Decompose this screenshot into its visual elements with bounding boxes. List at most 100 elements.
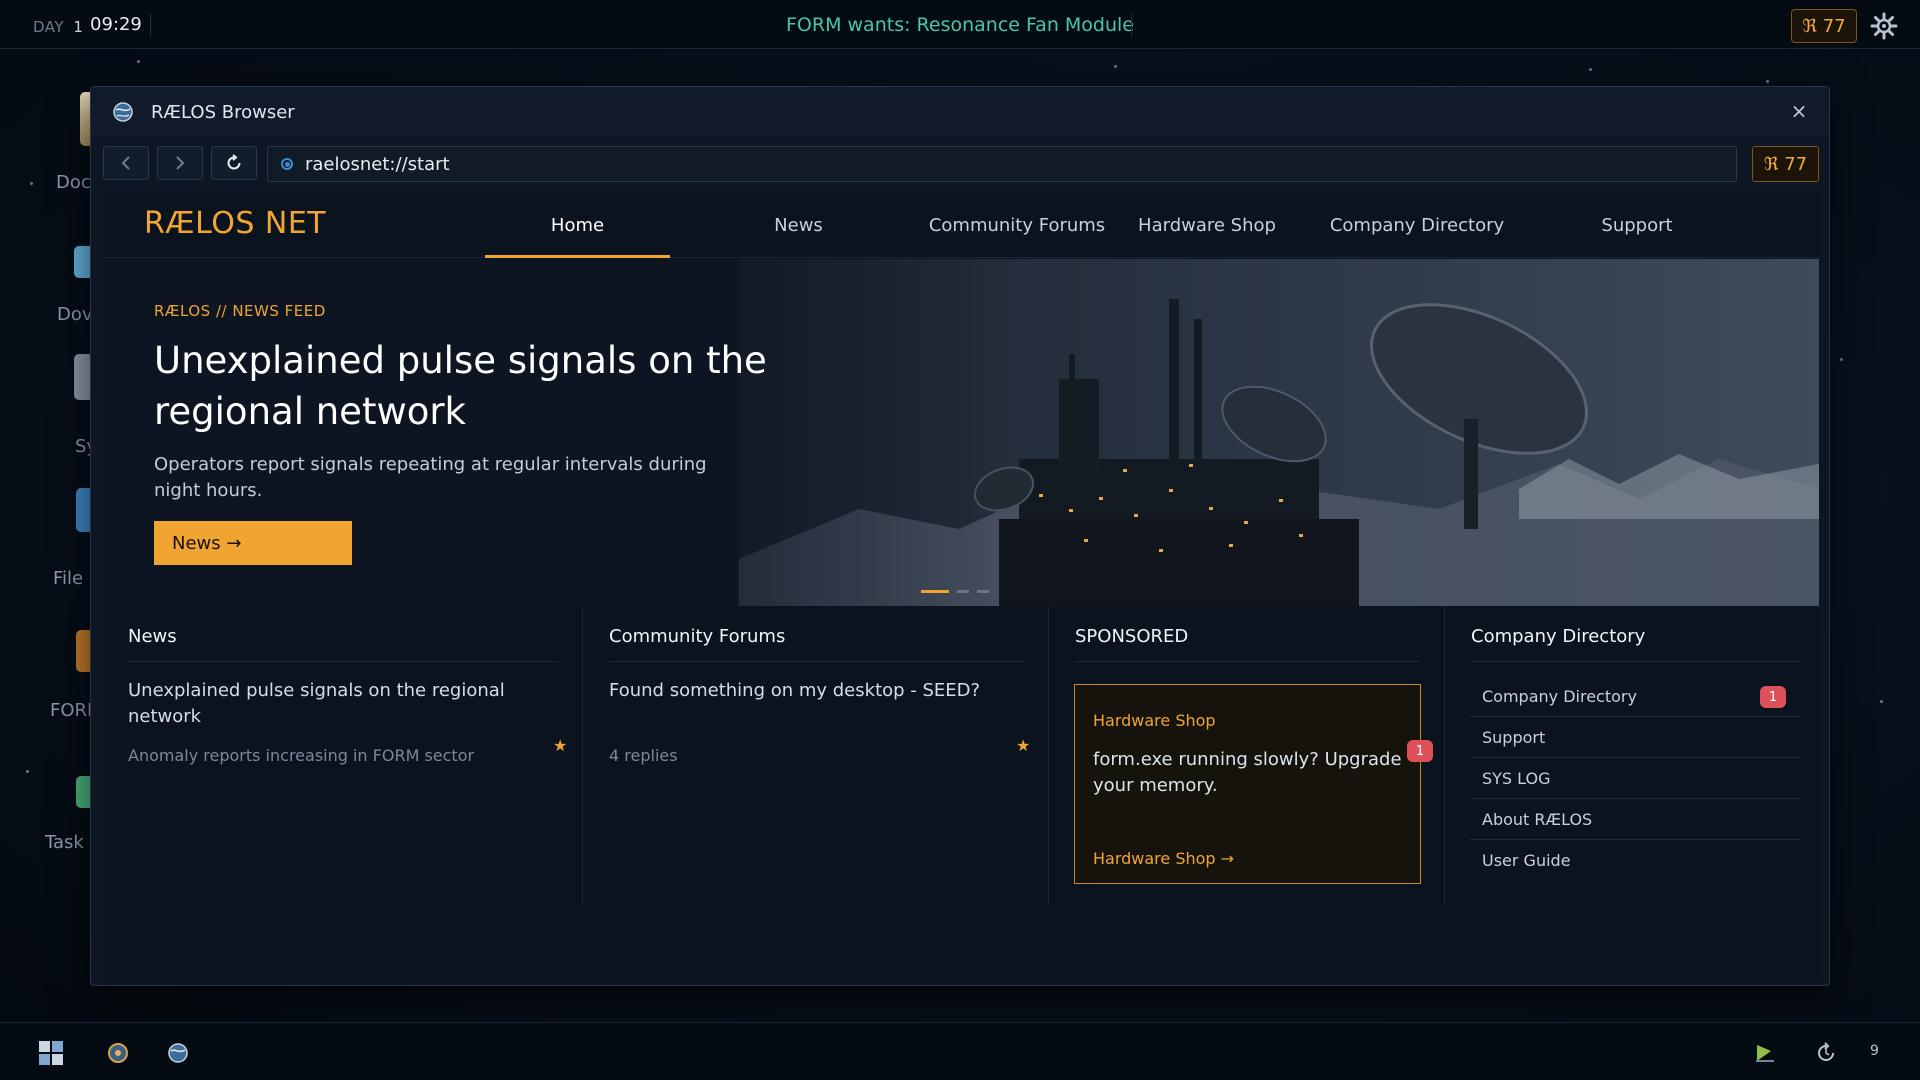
window-title: RÆLOS Browser xyxy=(151,102,295,123)
divider xyxy=(1075,661,1420,662)
divider xyxy=(128,661,558,662)
form-app-icon[interactable] xyxy=(103,1038,133,1068)
nav-community-forums[interactable]: Community Forums xyxy=(927,192,1107,258)
carousel-dot[interactable] xyxy=(957,590,969,593)
forum-post-replies: 4 replies xyxy=(609,746,678,765)
ad-link[interactable]: Hardware Shop → xyxy=(1093,849,1234,868)
hero-eyebrow: RÆLOS // NEWS FEED xyxy=(154,302,326,320)
sponsored-column: SPONSORED Hardware Shop form.exe running… xyxy=(1050,606,1445,906)
nav-support[interactable]: Support xyxy=(1527,192,1747,258)
system-top-bar: DAY 1 09:29 FORM wants: Resonance Fan Mo… xyxy=(0,0,1920,49)
divider xyxy=(1471,661,1801,662)
column-heading: Company Directory xyxy=(1471,626,1646,647)
raelos-net-page: RÆLOS NET Home News Community Forums Har… xyxy=(103,192,1819,982)
directory-link-support[interactable]: Support xyxy=(1470,717,1800,758)
column-heading: Community Forums xyxy=(609,626,786,647)
site-logo[interactable]: RÆLOS NET xyxy=(144,206,326,241)
news-post-meta: Anomaly reports increasing in FORM secto… xyxy=(128,746,475,765)
star-dot xyxy=(1114,65,1117,68)
star-dot xyxy=(137,60,140,63)
nav-company-directory[interactable]: Company Directory xyxy=(1307,192,1527,258)
site-header: RÆLOS NET Home News Community Forums Har… xyxy=(103,192,1819,258)
column-heading: SPONSORED xyxy=(1075,626,1189,647)
directory-link-user-guide[interactable]: User Guide xyxy=(1470,840,1800,881)
desktop-icon-label: Dov xyxy=(57,304,93,325)
globe-icon xyxy=(112,101,134,127)
star-dot xyxy=(26,770,29,773)
news-post-title[interactable]: Unexplained pulse signals on the regiona… xyxy=(128,678,518,730)
star-dot xyxy=(1766,80,1769,83)
directory-link-about[interactable]: About RÆLOS xyxy=(1470,799,1800,840)
forward-button[interactable] xyxy=(157,146,203,180)
nav-home[interactable]: Home xyxy=(485,192,670,258)
hero-subtitle: Operators report signals repeating at re… xyxy=(154,454,707,501)
reload-icon xyxy=(227,154,241,170)
start-menu-icon[interactable] xyxy=(36,1038,66,1068)
notification-badge: 1 xyxy=(1760,686,1786,708)
directory-column: Company Directory Company Directory 1 Su… xyxy=(1446,606,1819,906)
day-indicator: DAY 1 xyxy=(33,18,83,36)
nav-hardware-shop[interactable]: Hardware Shop xyxy=(1107,192,1307,258)
ad-text: form.exe running slowly? Upgrade your me… xyxy=(1093,749,1402,796)
day-label: DAY xyxy=(33,18,65,36)
directory-link-label: About RÆLOS xyxy=(1482,809,1593,829)
divider xyxy=(150,14,151,36)
forum-post-title[interactable]: Found something on my desktop - SEED? xyxy=(609,678,999,704)
desktop-icon-label: FORI xyxy=(50,700,93,721)
close-button[interactable]: × xyxy=(1787,99,1811,123)
hero-news-button[interactable]: News → xyxy=(154,521,352,565)
desktop-icon-label: File xyxy=(53,568,84,589)
desktop-icon-label: Doc xyxy=(56,172,91,193)
credits-badge[interactable]: ℜ 77 xyxy=(1752,146,1819,182)
directory-link-label: SYS LOG xyxy=(1482,768,1551,788)
sync-icon[interactable] xyxy=(1811,1038,1841,1068)
settings-gear-icon[interactable] xyxy=(1868,10,1900,42)
taskbar: 9 xyxy=(0,1022,1920,1080)
carousel-dot[interactable] xyxy=(977,590,989,593)
directory-link-label: User Guide xyxy=(1482,851,1571,870)
day-number: 1 xyxy=(73,18,84,36)
desktop-icon-label: Task xyxy=(45,832,84,853)
browser-window: RÆLOS Browser × raelosnet://start ℜ 77 R… xyxy=(90,86,1830,986)
secure-dot-icon xyxy=(281,158,293,170)
form-wants-status: FORM wants: Resonance Fan Module xyxy=(786,14,1134,36)
content-columns: News Unexplained pulse signals on the re… xyxy=(103,606,1819,906)
credits-badge[interactable]: ℜ 77 xyxy=(1791,9,1857,43)
site-nav: Home News Community Forums Hardware Shop… xyxy=(485,192,1747,258)
star-icon[interactable]: ★ xyxy=(1016,736,1030,755)
hero-banner: RÆLOS // NEWS FEED Unexplained pulse sig… xyxy=(103,259,1819,606)
address-bar[interactable]: raelosnet://start xyxy=(267,146,1737,182)
directory-link-sys-log[interactable]: SYS LOG xyxy=(1470,758,1800,799)
column-heading: News xyxy=(128,626,177,647)
star-icon[interactable]: ★ xyxy=(553,736,567,755)
browser-app-icon[interactable] xyxy=(163,1038,193,1068)
sponsored-ad-card[interactable]: Hardware Shop form.exe running slowly? U… xyxy=(1074,684,1421,884)
network-status-icon[interactable] xyxy=(1750,1038,1780,1068)
taskbar-count: 9 xyxy=(1870,1043,1879,1059)
news-column: News Unexplained pulse signals on the re… xyxy=(103,606,583,906)
back-button[interactable] xyxy=(103,146,149,180)
directory-link-label: Company Directory xyxy=(1482,686,1637,706)
reload-button[interactable] xyxy=(211,146,257,180)
notification-badge: 1 xyxy=(1407,740,1433,762)
browser-navbar: raelosnet://start ℜ 77 xyxy=(91,139,1829,187)
forums-column: Community Forums Found something on my d… xyxy=(584,606,1049,906)
star-dot xyxy=(1880,700,1883,703)
window-titlebar[interactable]: RÆLOS Browser × xyxy=(91,87,1829,137)
divider xyxy=(609,661,1024,662)
chevron-left-icon xyxy=(121,156,130,170)
star-dot xyxy=(1840,358,1843,361)
address-url[interactable]: raelosnet://start xyxy=(305,154,450,175)
divider xyxy=(1131,14,1132,36)
hero-title: Unexplained pulse signals on the regiona… xyxy=(154,339,767,433)
carousel-dot[interactable] xyxy=(921,590,949,593)
clock: 09:29 xyxy=(90,14,142,35)
directory-link-company-directory[interactable]: Company Directory xyxy=(1470,676,1800,717)
directory-link-label: Support xyxy=(1482,727,1546,747)
carousel-dots xyxy=(921,590,989,593)
chevron-right-icon xyxy=(176,156,185,170)
star-dot xyxy=(1589,68,1592,71)
ad-kicker: Hardware Shop xyxy=(1093,711,1216,730)
nav-news[interactable]: News xyxy=(670,192,927,258)
star-dot xyxy=(30,182,33,185)
